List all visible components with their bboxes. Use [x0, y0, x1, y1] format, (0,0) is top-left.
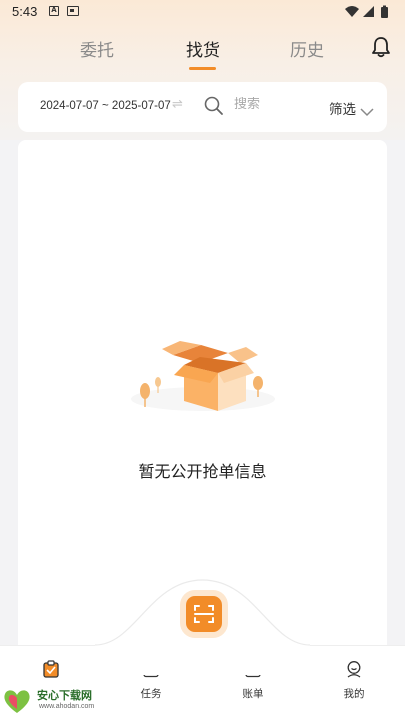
notification-a-icon: A	[49, 6, 59, 16]
filter-bar: 2024-07-07 ~ 2025-07-07 ⇌ 筛选	[18, 82, 387, 132]
wifi-icon	[345, 6, 359, 17]
bell-icon[interactable]	[371, 36, 391, 62]
empty-state-message: 暂无公开抢单信息	[138, 462, 267, 481]
watermark-title: 安心下载网	[37, 689, 92, 702]
status-right-icons	[345, 4, 393, 23]
scan-icon	[194, 605, 214, 623]
swap-arrows-icon[interactable]: ⇌	[172, 97, 183, 112]
status-time: 5:43	[12, 4, 38, 19]
sim-card-icon	[67, 6, 79, 16]
signal-icon	[363, 6, 374, 17]
scan-button[interactable]	[186, 596, 222, 632]
tab-entrust[interactable]: 委托	[80, 36, 114, 61]
tab-find-goods[interactable]: 找货	[186, 36, 220, 61]
top-tabs: 委托 找货 历史	[0, 28, 405, 72]
chevron-down-icon[interactable]	[360, 102, 374, 121]
active-tab-indicator	[189, 67, 216, 70]
nav-label-bills: 账单	[242, 688, 264, 700]
date-range-picker[interactable]: 2024-07-07 ~ 2025-07-07	[40, 100, 171, 112]
nav-label-tasks: 任务	[140, 688, 162, 700]
tab-history[interactable]: 历史	[290, 36, 324, 61]
nav-item-mine[interactable]: 我的	[324, 660, 384, 701]
clipboard-icon	[21, 660, 81, 682]
status-bar: 5:43 A	[0, 0, 405, 24]
battery-icon	[381, 5, 388, 18]
watermark-logo: 安心下载网 www.ahodan.com	[2, 683, 112, 717]
search-input[interactable]	[234, 97, 324, 112]
search-icon[interactable]	[204, 96, 224, 120]
user-icon	[324, 660, 384, 682]
open-box-illustration	[128, 335, 278, 419]
watermark-url: www.ahodan.com	[39, 703, 95, 710]
heart-logo-icon	[2, 687, 32, 719]
nav-label-mine: 我的	[343, 688, 365, 700]
filter-button[interactable]: 筛选	[329, 98, 356, 118]
